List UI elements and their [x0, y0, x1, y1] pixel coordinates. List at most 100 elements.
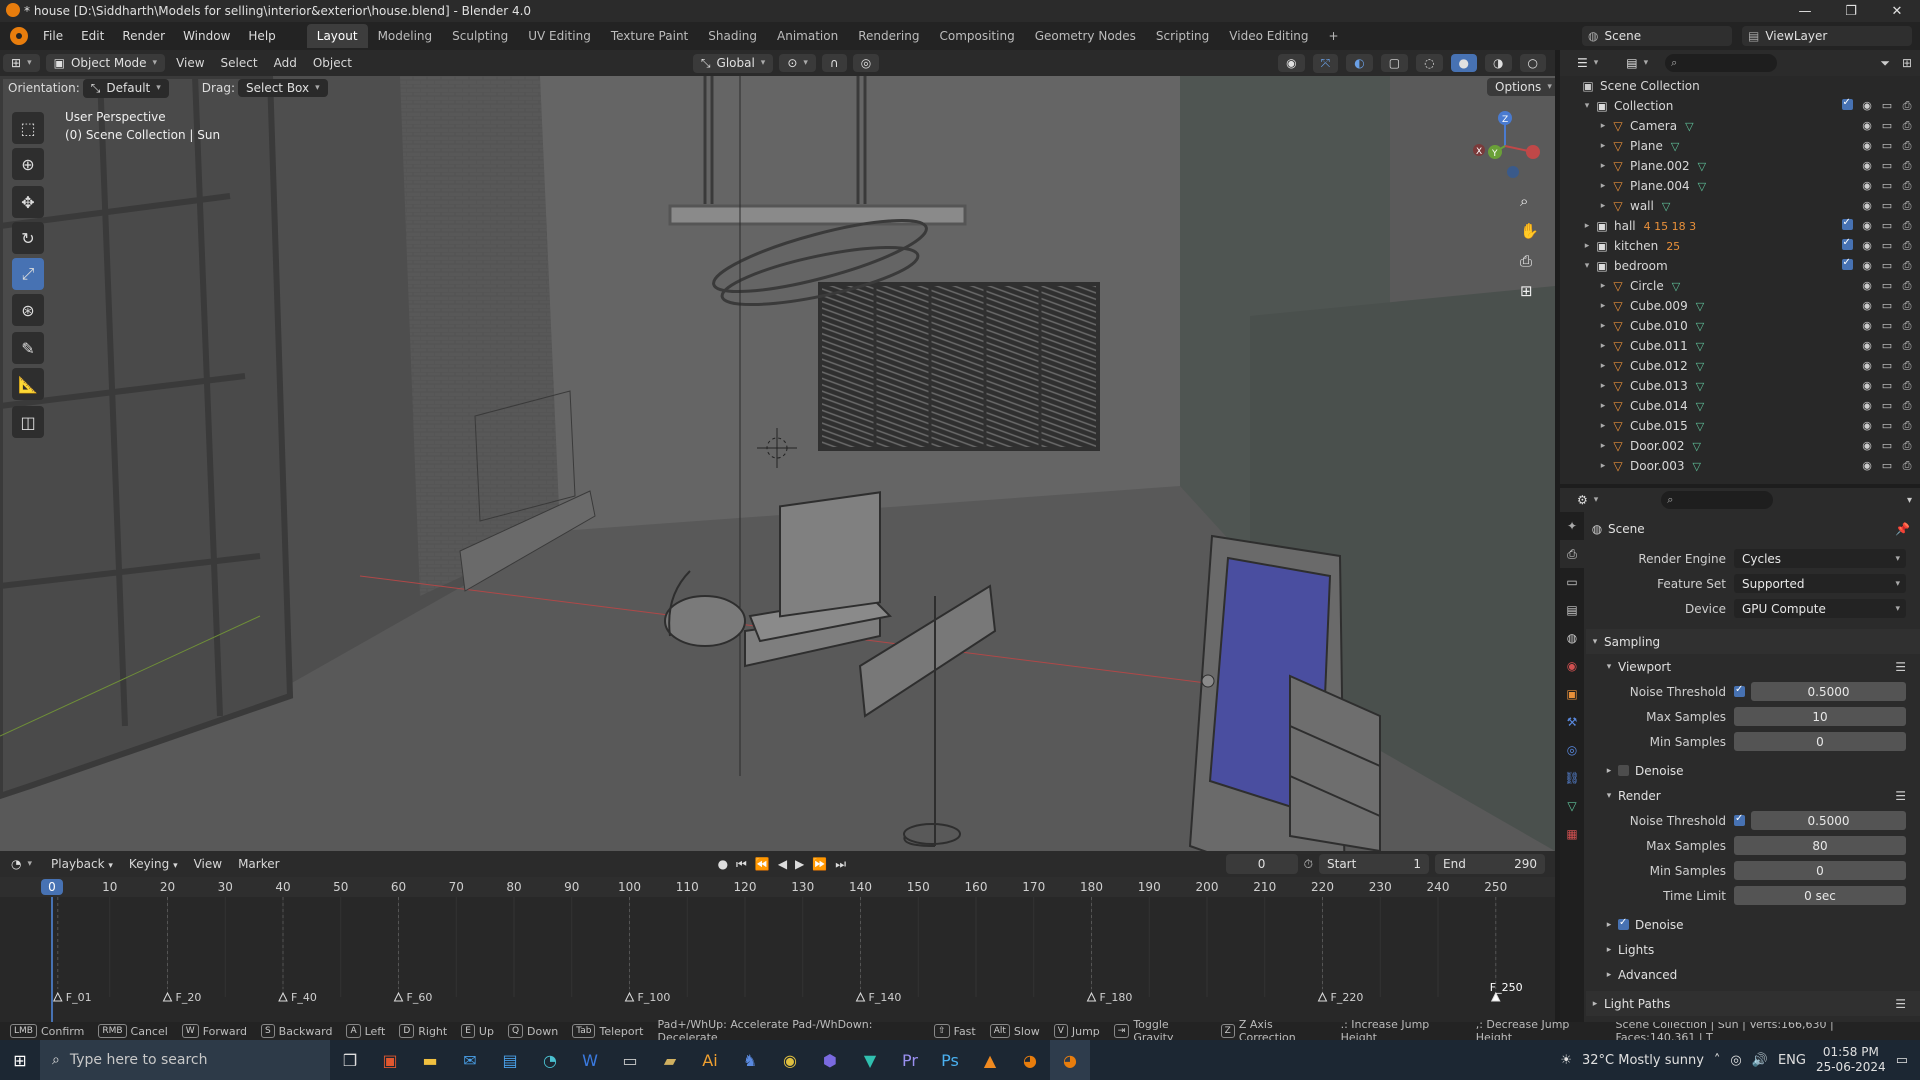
vp-min-field[interactable]: 0 [1734, 732, 1906, 751]
advanced-subpanel-header[interactable]: ▸ Advanced [1586, 962, 1920, 987]
blender-taskbar-icon[interactable]: ◕ [1010, 1040, 1050, 1080]
lights-subpanel-header[interactable]: ▸ Lights [1586, 937, 1920, 962]
eye-icon[interactable]: ◉ [1860, 299, 1874, 313]
scene-tab-icon[interactable]: ◍ [1560, 624, 1584, 652]
object-tab-icon[interactable]: ▣ [1560, 680, 1584, 708]
move-icon[interactable]: ✥ [12, 186, 44, 218]
illustrator-icon[interactable]: Ai [690, 1040, 730, 1080]
outliner-object-row[interactable]: ▸ ▽ Cube.011 ▽ ◉ ▭ ⎙ [1560, 336, 1920, 356]
solid-shading-button[interactable]: ● [1450, 54, 1478, 72]
render-engine-dropdown[interactable]: Cycles ▾ [1734, 549, 1906, 568]
outliner-object-row[interactable]: ▸ ▽ Cube.014 ▽ ◉ ▭ ⎙ [1560, 396, 1920, 416]
chrome-icon[interactable]: ◉ [770, 1040, 810, 1080]
navigation-gizmo[interactable]: Z Y X [1465, 104, 1545, 184]
preset-list-icon[interactable]: ☰ [1895, 997, 1906, 1011]
language-indicator[interactable]: ENG [1778, 1053, 1806, 1068]
r-denoise-checkbox[interactable] [1618, 917, 1629, 930]
viewport-visibility-icon[interactable]: ▭ [1880, 99, 1894, 113]
premiere-icon[interactable]: Pr [890, 1040, 930, 1080]
render-visibility-icon[interactable]: ⎙ [1900, 199, 1914, 213]
folder-icon[interactable]: ▰ [650, 1040, 690, 1080]
orientation-dropdown[interactable]: ⤡ Default ▾ [82, 78, 169, 98]
vm-icon[interactable]: ▭ [610, 1040, 650, 1080]
r-max-field[interactable]: 80 [1734, 836, 1906, 855]
outliner-object-row[interactable]: ▸ ▽ Door.003 ▽ ◉ ▭ ⎙ [1560, 456, 1920, 476]
eye-icon[interactable]: ◉ [1860, 459, 1874, 473]
render-visibility-icon[interactable]: ⎙ [1900, 279, 1914, 293]
viewport-visibility-icon[interactable]: ▭ [1880, 399, 1894, 413]
task-view-icon[interactable]: ❒ [330, 1040, 370, 1080]
viewport-visibility-icon[interactable]: ▭ [1880, 139, 1894, 153]
chevron-right-icon[interactable]: ▸ [1580, 241, 1594, 251]
add-workspace-button[interactable]: + [1319, 24, 1349, 48]
render-visibility-icon[interactable]: ⎙ [1900, 179, 1914, 193]
menu-edit[interactable]: Edit [72, 29, 113, 43]
viewport-visibility-icon[interactable]: ▭ [1880, 339, 1894, 353]
taskbar-search-input[interactable]: ⌕ Type here to search [40, 1040, 330, 1080]
menu-add[interactable]: Add [266, 56, 305, 70]
exclude-checkbox[interactable] [1840, 257, 1854, 273]
r-time-field[interactable]: 0 sec [1734, 886, 1906, 905]
viewport-visibility-icon[interactable]: ▭ [1880, 199, 1894, 213]
photoshop-icon[interactable]: Ps [930, 1040, 970, 1080]
chevron-right-icon[interactable]: ▸ [1596, 201, 1610, 211]
outliner-object-row[interactable]: ▸ ▽ Cube.013 ▽ ◉ ▭ ⎙ [1560, 376, 1920, 396]
vp-max-field[interactable]: 10 [1734, 707, 1906, 726]
outliner-object-row[interactable]: ▸ ▽ Door.002 ▽ ◉ ▭ ⎙ [1560, 436, 1920, 456]
eye-icon[interactable]: ◉ [1860, 419, 1874, 433]
viewport-visibility-icon[interactable]: ▭ [1880, 219, 1894, 233]
new-collection-icon[interactable]: ⊞ [1902, 56, 1912, 70]
render-visibility-icon[interactable]: ⎙ [1900, 239, 1914, 253]
outliner-object-row[interactable]: ▸ ▽ Plane.002 ▽ ◉ ▭ ⎙ [1560, 156, 1920, 176]
render-visibility-icon[interactable]: ⎙ [1900, 439, 1914, 453]
add-cube-icon[interactable]: ◫ [12, 406, 44, 438]
app-icon[interactable]: ♞ [730, 1040, 770, 1080]
outliner-object-row[interactable]: ▸ ▽ Plane.004 ▽ ◉ ▭ ⎙ [1560, 176, 1920, 196]
vectorworks-icon[interactable]: ▼ [850, 1040, 890, 1080]
rotate-icon[interactable]: ↻ [12, 222, 44, 254]
chevron-down-icon[interactable]: ▾ [1580, 261, 1594, 271]
eye-icon[interactable]: ◉ [1860, 319, 1874, 333]
render-visibility-icon[interactable]: ⎙ [1900, 119, 1914, 133]
maximize-button[interactable]: ❐ [1828, 4, 1874, 19]
modifier-tab-icon[interactable]: ⚒ [1560, 708, 1584, 736]
render-visibility-icon[interactable]: ⎙ [1900, 99, 1914, 113]
render-visibility-icon[interactable]: ⎙ [1900, 159, 1914, 173]
output-tab-icon[interactable]: ▭ [1560, 568, 1584, 596]
material-shading-button[interactable]: ◑ [1485, 54, 1512, 72]
outliner-collection-row[interactable]: ▾▣ Collection ◉ ▭ ⎙ [1560, 96, 1920, 116]
pan-hand-icon[interactable]: ✋ [1520, 222, 1542, 252]
sampling-panel-header[interactable]: ▾ Sampling [1586, 629, 1920, 654]
marker-menu[interactable]: Marker [230, 857, 287, 871]
eye-icon[interactable]: ◉ [1860, 439, 1874, 453]
tab-video-editing[interactable]: Video Editing [1219, 24, 1318, 48]
start-frame-field[interactable]: Start 1 [1319, 854, 1429, 874]
wireframe-shading-button[interactable]: ◌ [1416, 54, 1443, 72]
constraint-tab-icon[interactable]: ⛓ [1560, 764, 1584, 792]
outliner-object-row[interactable]: ▸ ▽ Cube.015 ▽ ◉ ▭ ⎙ [1560, 416, 1920, 436]
weather-text[interactable]: 32°C Mostly sunny [1582, 1053, 1704, 1068]
menu-file[interactable]: File [34, 29, 72, 43]
eye-icon[interactable]: ◉ [1860, 139, 1874, 153]
store-icon[interactable]: ▤ [490, 1040, 530, 1080]
menu-help[interactable]: Help [239, 29, 284, 43]
chevron-right-icon[interactable]: ▸ [1596, 381, 1610, 391]
outliner-root[interactable]: ▣ Scene Collection [1560, 76, 1920, 96]
file-explorer-icon[interactable]: ▬ [410, 1040, 450, 1080]
snap-toggle[interactable]: ∩ [821, 54, 847, 72]
chevron-right-icon[interactable]: ▸ [1596, 281, 1610, 291]
marker-icon[interactable] [1490, 991, 1501, 1002]
viewport-visibility-icon[interactable]: ▭ [1880, 359, 1894, 373]
tray-chevron-icon[interactable]: ˄ [1714, 1053, 1721, 1068]
properties-options-icon[interactable]: ▾ [1907, 495, 1912, 506]
outliner-object-row[interactable]: ▸ ▽ Plane ▽ ◉ ▭ ⎙ [1560, 136, 1920, 156]
powerpoint-icon[interactable]: ▣ [370, 1040, 410, 1080]
tab-compositing[interactable]: Compositing [929, 24, 1024, 48]
view-layer-selector[interactable]: ▤ ViewLayer [1742, 26, 1912, 46]
device-dropdown[interactable]: GPU Compute ▾ [1734, 599, 1906, 618]
preset-list-icon[interactable]: ☰ [1895, 789, 1906, 803]
tab-rendering[interactable]: Rendering [848, 24, 929, 48]
windows-start-icon[interactable]: ⊞ [0, 1040, 40, 1080]
viewport-visibility-icon[interactable]: ▭ [1880, 419, 1894, 433]
tab-sculpting[interactable]: Sculpting [442, 24, 518, 48]
